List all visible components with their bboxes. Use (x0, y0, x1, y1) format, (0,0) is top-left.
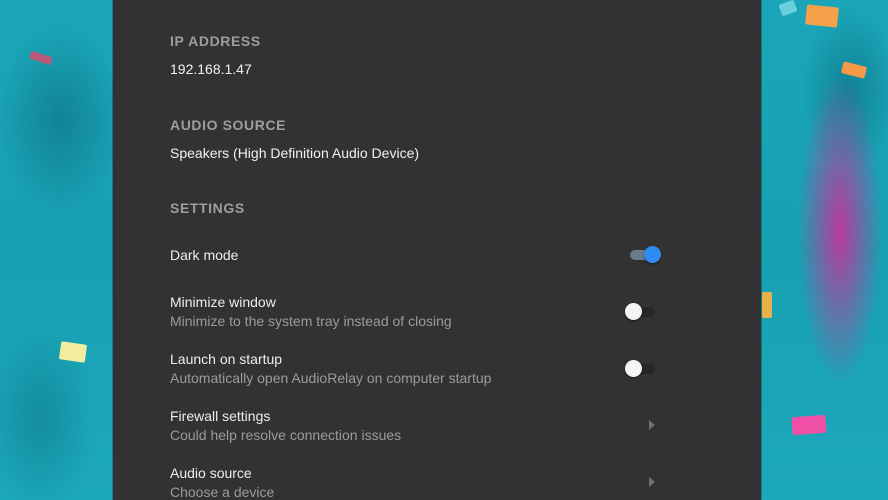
dark-mode-toggle[interactable] (628, 246, 662, 264)
setting-title: Firewall settings (170, 408, 271, 424)
ip-address-value: 192.168.1.47 (170, 61, 252, 77)
audio-source-value: Speakers (High Definition Audio Device) (170, 145, 420, 161)
setting-row-audio-source[interactable]: Audio source Choose a device (113, 457, 761, 500)
setting-subtitle: Choose a device (170, 484, 275, 500)
wallpaper-confetti (762, 292, 772, 318)
setting-subtitle: Could help resolve connection issues (170, 427, 402, 443)
toggle-thumb (644, 246, 661, 263)
setting-title: Launch on startup (170, 351, 283, 367)
setting-subtitle: Automatically open AudioRelay on compute… (170, 370, 492, 386)
launch-on-startup-toggle[interactable] (625, 360, 659, 378)
setting-row-firewall-settings[interactable]: Firewall settings Could help resolve con… (113, 400, 761, 452)
wallpaper-confetti (58, 341, 88, 363)
settings-panel: IP ADDRESS 192.168.1.47 AUDIO SOURCE Spe… (113, 0, 761, 500)
wallpaper-confetti (778, 0, 798, 17)
wallpaper-confetti (791, 414, 827, 436)
chevron-right-icon (649, 477, 655, 487)
wallpaper-confetti (805, 4, 839, 28)
setting-row-dark-mode[interactable]: Dark mode (113, 229, 761, 281)
minimize-window-toggle[interactable] (625, 303, 659, 321)
chevron-right-icon (649, 420, 655, 430)
wallpaper-confetti (840, 61, 868, 79)
wallpaper-confetti (29, 50, 53, 66)
setting-row-minimize-window[interactable]: Minimize window Minimize to the system t… (113, 286, 761, 338)
setting-title: Dark mode (170, 247, 239, 263)
settings-header: SETTINGS (170, 200, 245, 216)
toggle-thumb (625, 360, 642, 377)
ip-address-header: IP ADDRESS (170, 33, 261, 49)
toggle-thumb (625, 303, 642, 320)
setting-title: Minimize window (170, 294, 276, 310)
setting-title: Audio source (170, 465, 252, 481)
setting-subtitle: Minimize to the system tray instead of c… (170, 313, 452, 329)
audio-source-header: AUDIO SOURCE (170, 117, 287, 133)
setting-row-launch-on-startup[interactable]: Launch on startup Automatically open Aud… (113, 343, 761, 395)
